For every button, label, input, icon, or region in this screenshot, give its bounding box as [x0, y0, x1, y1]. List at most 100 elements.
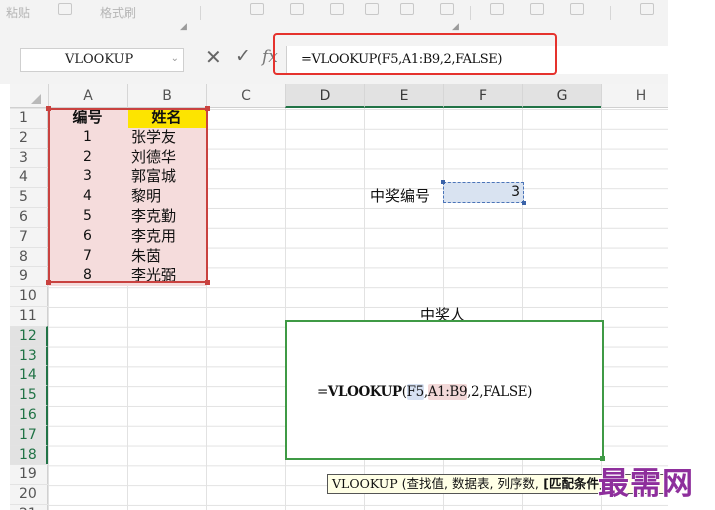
- ribbon-toolbar: 粘贴 格式刷 ◢ ◢: [0, 0, 668, 37]
- check-icon[interactable]: ✓: [235, 45, 251, 67]
- cell-b1[interactable]: 姓名: [127, 108, 206, 128]
- table-cell-id[interactable]: 1: [48, 128, 127, 148]
- spreadsheet-grid[interactable]: A B C D E F G H 1 2 3 4 5 6 7 8 9 10 11 …: [10, 84, 668, 510]
- name-box[interactable]: VLOOKUP ⌄: [20, 48, 184, 72]
- row-header[interactable]: 13: [10, 345, 48, 366]
- row-header[interactable]: 10: [10, 286, 48, 306]
- formula-rest: ,2,FALSE): [467, 384, 532, 400]
- cell-a1[interactable]: 编号: [48, 108, 127, 128]
- row-header[interactable]: 6: [10, 207, 48, 227]
- cell-formula-editor[interactable]: =VLOOKUP(F5,A1:B9,2,FALSE): [317, 384, 532, 400]
- row-header[interactable]: 1: [10, 108, 48, 128]
- column-header-h[interactable]: H: [601, 84, 668, 108]
- table-cell-id[interactable]: 6: [48, 227, 127, 247]
- row-header[interactable]: 20: [10, 484, 48, 504]
- align-left-icon[interactable]: [490, 3, 504, 15]
- formula-function-name: VLOOKUP: [327, 384, 402, 400]
- formula-bar: VLOOKUP ⌄ ✕ ✓ fx =VLOOKUP(F5,A1:B9,2,FAL…: [0, 36, 668, 84]
- bold-icon[interactable]: [250, 3, 264, 15]
- row-header[interactable]: 17: [10, 424, 48, 445]
- select-all-icon[interactable]: [31, 94, 41, 104]
- table-cell-id[interactable]: 8: [48, 266, 127, 286]
- row-header[interactable]: 2: [10, 127, 48, 148]
- range-handle[interactable]: [205, 106, 210, 111]
- align-center-icon[interactable]: [530, 3, 544, 15]
- formula-input[interactable]: =VLOOKUP(F5,A1:B9,2,FALSE): [286, 46, 668, 74]
- row-header[interactable]: 14: [10, 365, 48, 386]
- column-header-d[interactable]: D: [285, 84, 364, 108]
- fx-icon[interactable]: fx: [262, 47, 278, 67]
- column-header-a[interactable]: A: [48, 84, 127, 108]
- column-header-c[interactable]: C: [206, 84, 285, 108]
- dialog-launcher-icon[interactable]: ◢: [180, 22, 187, 32]
- row-header[interactable]: 3: [10, 147, 48, 168]
- range-handle[interactable]: [46, 280, 51, 285]
- column-header-bar: A B C D E F G H: [10, 84, 668, 108]
- table-cell-name[interactable]: 李克勤: [127, 207, 176, 227]
- tooltip-args: 查找值, 数据表, 列序数,: [406, 476, 539, 491]
- name-box-value: VLOOKUP: [65, 52, 134, 67]
- row-header[interactable]: 7: [10, 226, 48, 247]
- table-cell-id[interactable]: 7: [48, 247, 127, 267]
- tooltip-open: (: [397, 476, 407, 491]
- underline-icon[interactable]: [330, 3, 344, 15]
- row-header[interactable]: 16: [10, 405, 48, 425]
- table-cell-name[interactable]: 刘德华: [127, 148, 176, 168]
- wrap-text-icon[interactable]: [640, 3, 654, 15]
- table-cell-name[interactable]: 黎明: [127, 187, 161, 207]
- range-handle[interactable]: [441, 180, 445, 184]
- table-cell-name[interactable]: 张学友: [127, 128, 176, 148]
- row-header[interactable]: 8: [10, 246, 48, 267]
- table-cell-id[interactable]: 3: [48, 167, 127, 187]
- table-cell-id[interactable]: 5: [48, 207, 127, 227]
- table-cell-id[interactable]: 2: [48, 148, 127, 168]
- formula-ref-a1-b9: A1:B9: [427, 384, 468, 400]
- table-cell-name[interactable]: 李光弼: [127, 266, 176, 286]
- merged-cell-d12-g18[interactable]: =VLOOKUP(F5,A1:B9,2,FALSE): [285, 320, 605, 461]
- watermark-logo: 最需网: [598, 466, 694, 502]
- table-cell-id[interactable]: 4: [48, 187, 127, 207]
- row-header[interactable]: 4: [10, 167, 48, 187]
- column-header-f[interactable]: F: [443, 84, 522, 108]
- font-color-icon[interactable]: [440, 3, 454, 15]
- row-header[interactable]: 19: [10, 464, 48, 484]
- row-header[interactable]: 11: [10, 306, 48, 326]
- fill-color-icon[interactable]: [400, 3, 414, 15]
- x-icon[interactable]: ✕: [205, 45, 222, 69]
- toolbar-separator: [610, 6, 611, 20]
- formula-ref-f5: F5: [406, 384, 424, 400]
- italic-icon[interactable]: [290, 3, 304, 15]
- window-edge: [668, 0, 715, 510]
- formula-open-paren: (: [401, 384, 407, 400]
- range-handle[interactable]: [522, 201, 526, 205]
- row-header[interactable]: 5: [10, 187, 48, 207]
- table-cell-name[interactable]: 朱茵: [127, 247, 161, 267]
- cell-f5[interactable]: 3: [441, 180, 526, 205]
- toolbar-item-format-painter[interactable]: 格式刷: [100, 4, 136, 21]
- cell-e5-label[interactable]: 中奖编号: [370, 185, 430, 206]
- row-header-bar: 1 2 3 4 5 6 7 8 9 10 11 12 13 14 15 16 1…: [10, 108, 48, 510]
- table-cell-name[interactable]: 郭富城: [127, 167, 176, 187]
- column-header-g[interactable]: G: [522, 84, 601, 108]
- tooltip-fn-name[interactable]: VLOOKUP: [332, 476, 398, 491]
- border-icon[interactable]: [365, 3, 379, 15]
- row-header[interactable]: 21: [10, 504, 48, 510]
- row-header[interactable]: 9: [10, 266, 48, 286]
- range-handle[interactable]: [46, 106, 51, 111]
- column-header-b[interactable]: B: [127, 84, 206, 108]
- toolbar-separator: [470, 6, 471, 20]
- row-header[interactable]: 18: [10, 444, 48, 465]
- table-cell-name[interactable]: 李克用: [127, 227, 176, 247]
- column-header-e[interactable]: E: [364, 84, 443, 108]
- row-header[interactable]: 12: [10, 325, 48, 346]
- row-header[interactable]: 15: [10, 385, 48, 405]
- chevron-down-icon[interactable]: ⌄: [171, 53, 179, 64]
- dialog-launcher-icon[interactable]: ◢: [452, 22, 459, 32]
- clipboard-icon[interactable]: [58, 3, 72, 15]
- tooltip-current-arg: [匹配条件]: [538, 476, 605, 491]
- align-right-icon[interactable]: [570, 3, 584, 15]
- formula-equals: =: [317, 384, 328, 400]
- formula-text: =VLOOKUP(F5,A1:B9,2,FALSE): [301, 52, 503, 67]
- toolbar-item-paste[interactable]: 粘贴: [6, 4, 30, 21]
- range-handle[interactable]: [205, 280, 210, 285]
